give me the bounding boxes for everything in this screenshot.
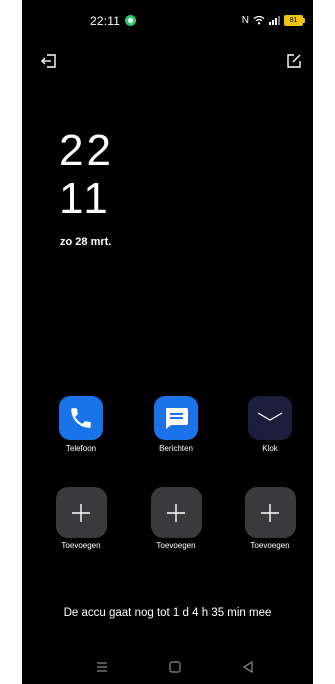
phone-icon bbox=[59, 396, 103, 440]
app-label: Berichten bbox=[159, 444, 193, 453]
status-icons: N 81 bbox=[241, 13, 305, 27]
app-telefoon[interactable]: Telefoon bbox=[46, 396, 116, 453]
add-label: Toevoegen bbox=[250, 541, 290, 550]
add-app-slot[interactable]: Toevoegen bbox=[141, 487, 211, 550]
messages-icon bbox=[154, 396, 198, 440]
clock-hours: 22 bbox=[59, 126, 114, 175]
add-app-slot[interactable]: Toevoegen bbox=[235, 487, 305, 550]
wifi-icon bbox=[253, 15, 265, 25]
navigation-bar bbox=[22, 656, 313, 678]
add-label: Toevoegen bbox=[156, 541, 196, 550]
status-bar: 22:11 N 81 bbox=[22, 0, 313, 34]
plus-icon bbox=[150, 487, 202, 538]
app-berichten[interactable]: Berichten bbox=[141, 396, 211, 453]
signal-icon bbox=[269, 16, 280, 25]
add-label: Toevoegen bbox=[61, 541, 101, 550]
app-label: Klok bbox=[262, 444, 278, 453]
battery-icon: 81 bbox=[284, 14, 305, 26]
clock-date: zo 28 mrt. bbox=[60, 236, 112, 248]
back-icon[interactable] bbox=[240, 659, 256, 675]
clock-minutes: 11 bbox=[59, 174, 111, 223]
exit-icon[interactable] bbox=[40, 52, 58, 70]
status-time: 22:11 bbox=[90, 14, 121, 28]
app-klok[interactable]: Klok bbox=[235, 396, 305, 453]
app-label: Telefoon bbox=[65, 444, 97, 453]
edit-icon[interactable] bbox=[285, 52, 303, 70]
notification-app-icon bbox=[125, 15, 136, 26]
phone-screen: 22:11 N 81 22 11 zo 28 mrt. Telefoon Ber… bbox=[22, 0, 313, 684]
home-icon[interactable] bbox=[167, 659, 183, 675]
nfc-icon: N bbox=[241, 14, 249, 26]
plus-icon bbox=[244, 487, 296, 538]
clock-icon bbox=[248, 396, 292, 440]
plus-icon bbox=[55, 487, 107, 538]
battery-estimate-text: De accu gaat nog tot 1 d 4 h 35 min mee bbox=[63, 607, 272, 619]
add-app-slot[interactable]: Toevoegen bbox=[46, 487, 116, 550]
menu-icon[interactable] bbox=[94, 659, 110, 675]
